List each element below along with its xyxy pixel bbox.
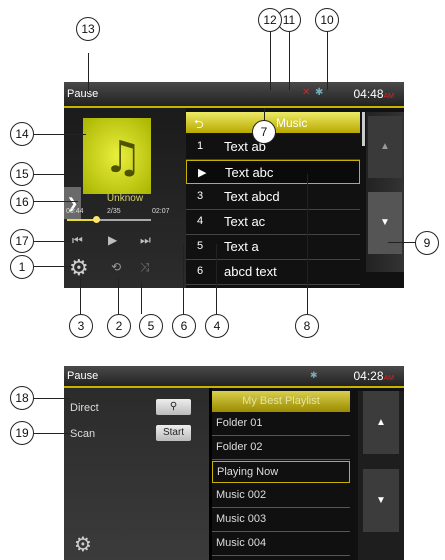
scroll-down-button-2[interactable]: ▼ [363,469,399,532]
shuffle-icon[interactable]: ⤨ [140,260,150,275]
scrollbar[interactable]: ▲ ▼ [362,112,404,272]
next-track-icon[interactable]: ⏭ [140,233,151,248]
callout-6: 6 [172,314,196,338]
play-icon[interactable]: ▶ [108,233,117,247]
track-number: 5 [197,240,204,252]
playlist-row-label: Folder 02 [216,441,263,453]
settings-gear-icon-2[interactable]: ⚙ [74,532,92,556]
track-title: Text a [224,239,259,254]
playlist-row[interactable]: Folder 01 [212,413,350,436]
back-icon[interactable]: ⮌ [194,115,204,136]
progress-bar[interactable] [67,216,151,223]
callout-8: 8 [295,314,319,338]
scroll-down-button[interactable]: ▼ [368,192,402,254]
scroll-up-button[interactable]: ▲ [368,116,402,178]
callout-5: 5 [139,314,163,338]
track-row[interactable]: 4 Text ac [186,210,360,235]
track-row[interactable]: 3 Text abcd [186,185,360,210]
search-icon: ⚲ [169,401,178,412]
track-number: 1 [197,140,204,152]
direct-search-button[interactable]: ⚲ [156,399,191,415]
playlist-row[interactable]: Music 003 [212,509,350,532]
track-number: 6 [197,265,204,277]
callout-7: 7 [252,120,276,144]
progress-knob[interactable] [93,216,101,223]
playlist-row-label: Folder 01 [216,417,263,429]
track-row[interactable]: ▶ Text abc [186,160,360,184]
status-bar-2: Pause ✱ 04:28AM [64,366,404,388]
callout-10: 10 [315,8,339,32]
playlist-row-label: Music 003 [216,513,267,525]
music-player-screen: Pause ✕ ✱ 04:48AM ♫ ❯ Unknow 00:44 2/35 … [64,82,404,288]
status-bar: Pause ✕ ✱ 04:48AM [64,82,404,108]
settings-gear-icon[interactable]: ⚙ [69,256,89,281]
playlist-screen: Pause ✱ 04:28AM Direct ⚲ Scan Start ⚙ My… [64,366,404,560]
scan-start-button[interactable]: Start [156,425,191,441]
callout-9: 9 [415,231,439,255]
previous-track-icon[interactable]: ⏮ [72,233,83,248]
playlist-row[interactable]: Folder 02 [212,437,350,460]
playlist-row-label: Playing Now [217,466,279,478]
track-list: ⮌ Music 1 Text ab ▶ Text abc 3 Text abcd 4 Text… [186,108,404,288]
mute-icon: ✕ [302,87,311,98]
callout-14: 14 [10,122,34,146]
playlist-panel: My Best Playlist Folder 01 Folder 02 Playi… [212,388,404,560]
direct-label: Direct [70,402,99,414]
now-playing-icon: ▶ [198,167,207,179]
callout-16: 16 [10,190,34,214]
playlist-row[interactable]: Music 002 [212,485,350,508]
scan-label: Scan [70,428,96,440]
track-title: Text abcd [224,189,280,204]
bluetooth-icon-2: ✱ [310,370,318,380]
playlist-row[interactable]: Music 004 [212,533,350,556]
clock-2: 04:28AM [353,369,394,383]
scroll-thumb[interactable] [362,112,365,146]
options-panel: Direct ⚲ Scan Start ⚙ [64,388,209,560]
callout-13: 13 [76,17,100,41]
track-row[interactable]: 5 Text a [186,235,360,260]
playlist-row[interactable]: Playing Now [212,461,350,483]
playlist-row-label: Music 002 [216,489,267,501]
elapsed-time: 00:44 [66,208,84,215]
track-number: 3 [197,190,204,202]
callout-2: 2 [107,314,131,338]
playback-status: Pause [67,88,99,100]
bluetooth-icon: ✱ [315,87,324,98]
callout-12: 12 [258,8,282,32]
callout-3: 3 [69,314,93,338]
song-name: Unknow [106,193,144,204]
track-counter: 2/35 [107,208,121,215]
scrollbar-2[interactable]: ▲ ▼ [358,391,404,560]
playback-status-2: Pause [67,370,99,382]
now-playing-panel: ♫ ❯ Unknow 00:44 2/35 02:07 ⏮ ▶ ⏭ ⚙ ⟲ ⤨ [64,108,186,288]
playlist-row-label: Music 004 [216,537,267,549]
total-time: 02:07 [152,208,170,215]
track-number: 4 [197,215,204,227]
music-note-icon: ♫ [103,132,143,183]
callout-1: 1 [10,255,34,279]
track-title: abcd text [224,264,277,279]
callout-17: 17 [10,229,34,253]
scroll-up-button-2[interactable]: ▲ [363,391,399,454]
callout-4: 4 [205,314,229,338]
callout-15: 15 [10,162,34,186]
progress-fill [67,219,97,221]
track-title: Text ac [224,214,266,229]
album-art: ♫ [83,118,151,194]
repeat-icon[interactable]: ⟲ [111,260,121,274]
track-row[interactable]: 6 abcd text [186,260,360,285]
clock: 04:48AM [353,87,394,101]
track-title: Text abc [225,165,274,180]
list-title: Music [276,116,308,130]
callout-19: 19 [10,421,34,445]
playlist-title[interactable]: My Best Playlist [212,391,350,412]
callout-18: 18 [10,386,34,410]
